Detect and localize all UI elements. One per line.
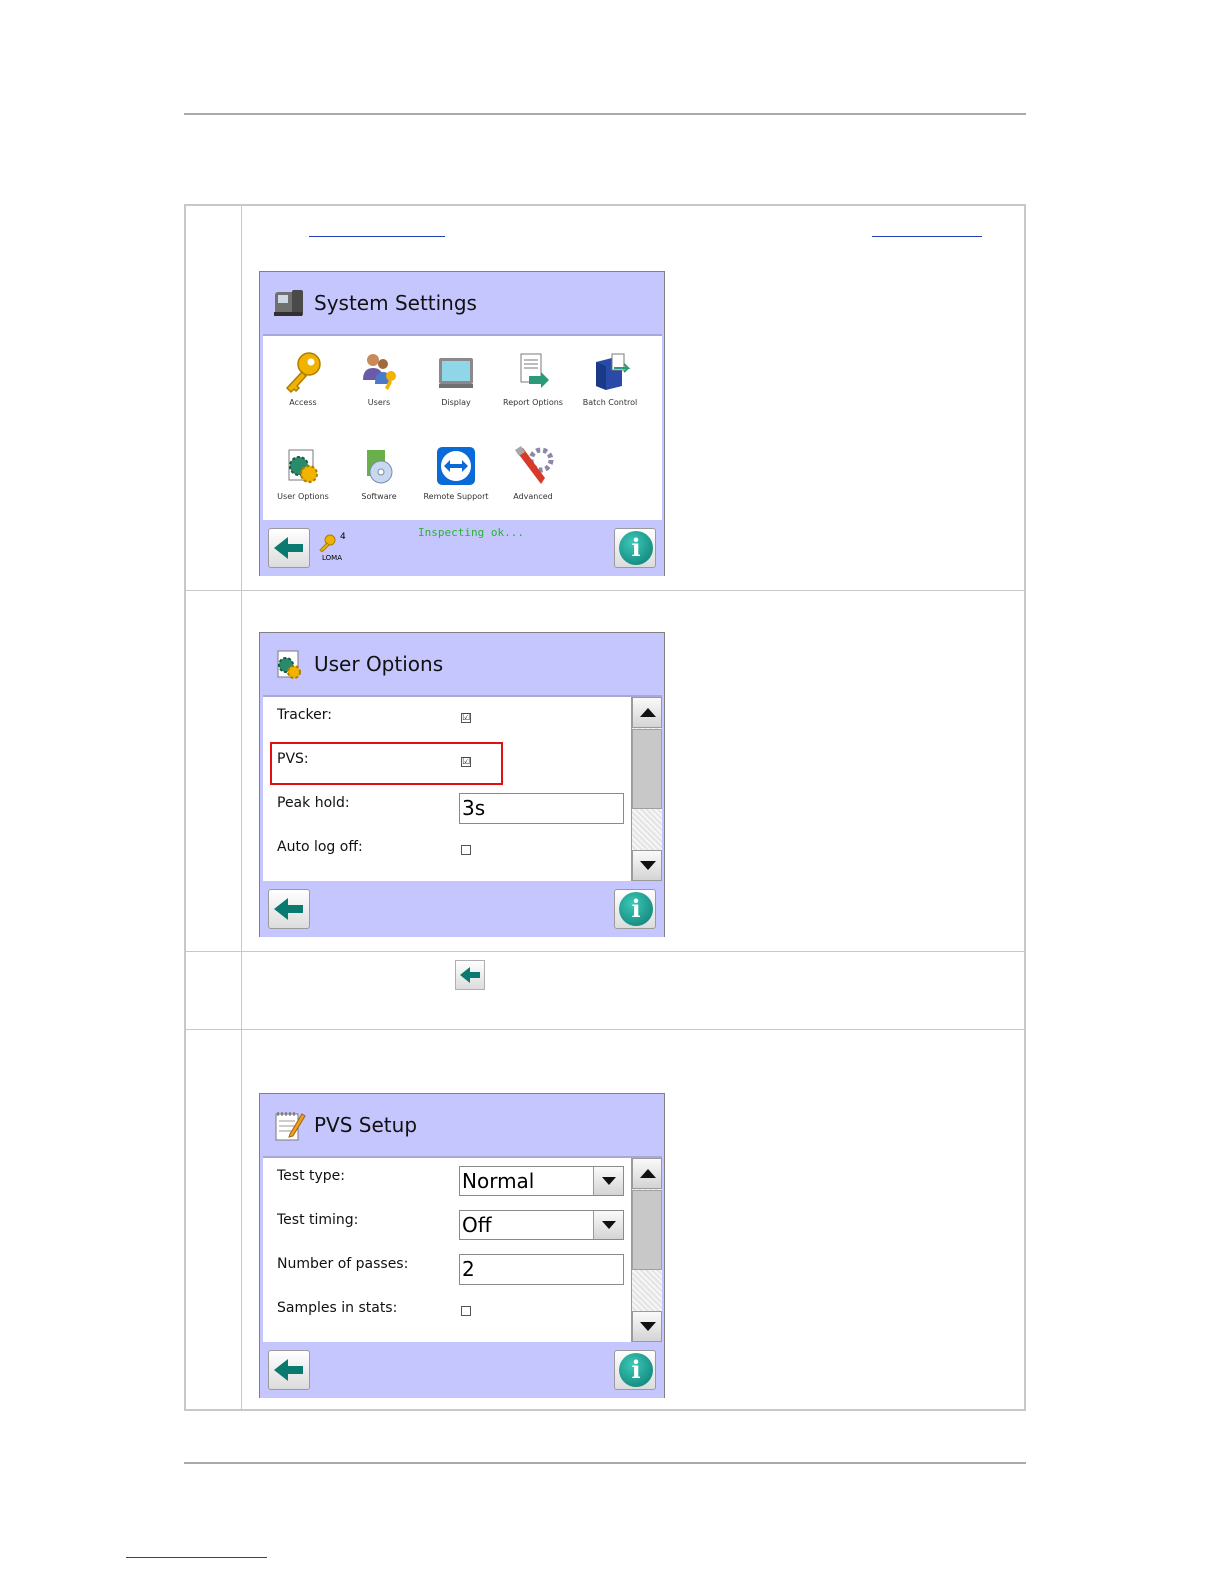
- access-key-icon: [319, 534, 336, 552]
- header-rule: [184, 113, 1026, 115]
- back-arrow-icon: [274, 898, 303, 920]
- tile-label: Access: [289, 398, 317, 407]
- detector-icon: [274, 290, 303, 316]
- info-button[interactable]: i: [614, 528, 656, 568]
- options-list: Tracker: ☑ PVS: ☑ Peak hold: 3s Auto log…: [263, 695, 662, 881]
- advanced-tile[interactable]: Advanced: [493, 444, 573, 501]
- monitor-icon: [439, 358, 473, 388]
- remote-support-icon: [437, 447, 475, 485]
- batch-control-tile[interactable]: Batch Control: [570, 350, 650, 407]
- back-button[interactable]: [268, 1350, 310, 1390]
- row-divider: [186, 951, 1024, 952]
- pvs-setup-screen: PVS Setup Test type: Normal Test timing:…: [259, 1093, 665, 1398]
- icon-grid: Access Users Display Report Options Batc…: [263, 334, 662, 520]
- footer-rule: [184, 1462, 1026, 1464]
- title-bar: PVS Setup: [260, 1094, 664, 1156]
- tile-label: Report Options: [503, 398, 563, 407]
- batch-icon: [596, 353, 631, 390]
- tile-label: Users: [367, 398, 391, 407]
- test-timing-label: Test timing:: [277, 1212, 359, 1228]
- scrollbar[interactable]: [631, 1158, 662, 1342]
- scrollbar[interactable]: [631, 697, 662, 881]
- back-arrow-icon: [274, 537, 303, 559]
- access-level: 4: [340, 532, 346, 542]
- passes-input[interactable]: 2: [459, 1254, 624, 1285]
- user-options-screen: User Options Tracker: ☑ PVS: ☑ Peak hold…: [259, 632, 665, 937]
- tile-label: Remote Support: [423, 492, 489, 501]
- test-type-select[interactable]: Normal: [459, 1166, 624, 1196]
- chevron-down-icon[interactable]: [593, 1211, 623, 1239]
- tile-label: User Options: [277, 492, 329, 501]
- user-options-tile[interactable]: User Options: [263, 444, 343, 501]
- scroll-down-button[interactable]: [632, 1311, 662, 1342]
- tracker-label: Tracker:: [277, 707, 332, 723]
- info-icon: i: [619, 892, 653, 926]
- user-name: LOMA: [322, 554, 342, 562]
- scroll-thumb[interactable]: [632, 1190, 662, 1270]
- peak-hold-label: Peak hold:: [277, 795, 350, 811]
- scroll-up-button[interactable]: [632, 697, 662, 728]
- footer-bar: i: [260, 881, 664, 937]
- report-icon: [520, 353, 549, 388]
- pvs-settings-list: Test type: Normal Test timing: Off Numbe…: [263, 1156, 662, 1342]
- test-timing-select[interactable]: Off: [459, 1210, 624, 1240]
- auto-log-off-label: Auto log off:: [277, 839, 363, 855]
- key-icon: [285, 352, 321, 394]
- tile-label: Batch Control: [582, 398, 638, 407]
- samples-label: Samples in stats:: [277, 1300, 398, 1316]
- software-icon: [367, 450, 393, 484]
- passes-label: Number of passes:: [277, 1256, 409, 1272]
- title-bar: System Settings: [260, 272, 664, 334]
- back-button[interactable]: [268, 889, 310, 929]
- back-arrow-icon: [460, 967, 480, 983]
- scroll-up-button[interactable]: [632, 1158, 662, 1189]
- row-divider: [186, 1029, 1024, 1030]
- test-timing-value: Off: [462, 1213, 492, 1237]
- back-arrow-icon: [274, 1359, 303, 1381]
- scroll-down-button[interactable]: [632, 850, 662, 881]
- back-button[interactable]: [268, 528, 310, 568]
- footer-bar: i: [260, 1342, 664, 1398]
- footer-link-underline[interactable]: [126, 1557, 267, 1558]
- system-settings-screen: System Settings Access Users Display Rep…: [259, 271, 665, 576]
- test-type-label: Test type:: [277, 1168, 346, 1184]
- peak-hold-input[interactable]: 3s: [459, 793, 624, 824]
- report-options-tile[interactable]: Report Options: [493, 350, 573, 407]
- user-options-icon: [277, 650, 301, 679]
- display-tile[interactable]: Display: [416, 350, 496, 407]
- software-tile[interactable]: Software: [339, 444, 419, 501]
- samples-checkbox[interactable]: [461, 1306, 471, 1316]
- inline-back-button[interactable]: [455, 960, 485, 990]
- chevron-down-icon[interactable]: [593, 1167, 623, 1195]
- info-button[interactable]: i: [614, 1350, 656, 1390]
- tile-label: Advanced: [513, 492, 553, 501]
- remote-support-tile[interactable]: Remote Support: [416, 444, 496, 501]
- access-tile[interactable]: Access: [263, 350, 343, 407]
- scroll-thumb[interactable]: [632, 729, 662, 809]
- advanced-icon: [515, 446, 554, 484]
- users-tile[interactable]: Users: [339, 350, 419, 407]
- info-icon: i: [619, 531, 653, 565]
- screen-title: PVS Setup: [314, 1113, 418, 1137]
- title-bar: User Options: [260, 633, 664, 695]
- info-button[interactable]: i: [614, 889, 656, 929]
- status-text: Inspecting ok...: [418, 526, 524, 539]
- tracker-checkbox[interactable]: ☑: [461, 713, 471, 723]
- pvs-highlight: [270, 742, 503, 785]
- tile-label: Display: [441, 398, 471, 407]
- users-icon: [363, 354, 396, 390]
- footer-bar: 4 LOMA Inspecting ok... i: [260, 520, 664, 576]
- auto-log-off-checkbox[interactable]: [461, 845, 471, 855]
- step-number-column: [241, 206, 242, 1409]
- info-icon: i: [619, 1353, 653, 1387]
- user-options-icon: [288, 449, 318, 483]
- screen-title: System Settings: [314, 291, 477, 315]
- notepad-icon: [275, 1112, 306, 1141]
- tile-label: Software: [361, 492, 397, 501]
- row-divider: [186, 590, 1024, 591]
- test-type-value: Normal: [462, 1169, 535, 1193]
- screen-title: User Options: [314, 652, 444, 676]
